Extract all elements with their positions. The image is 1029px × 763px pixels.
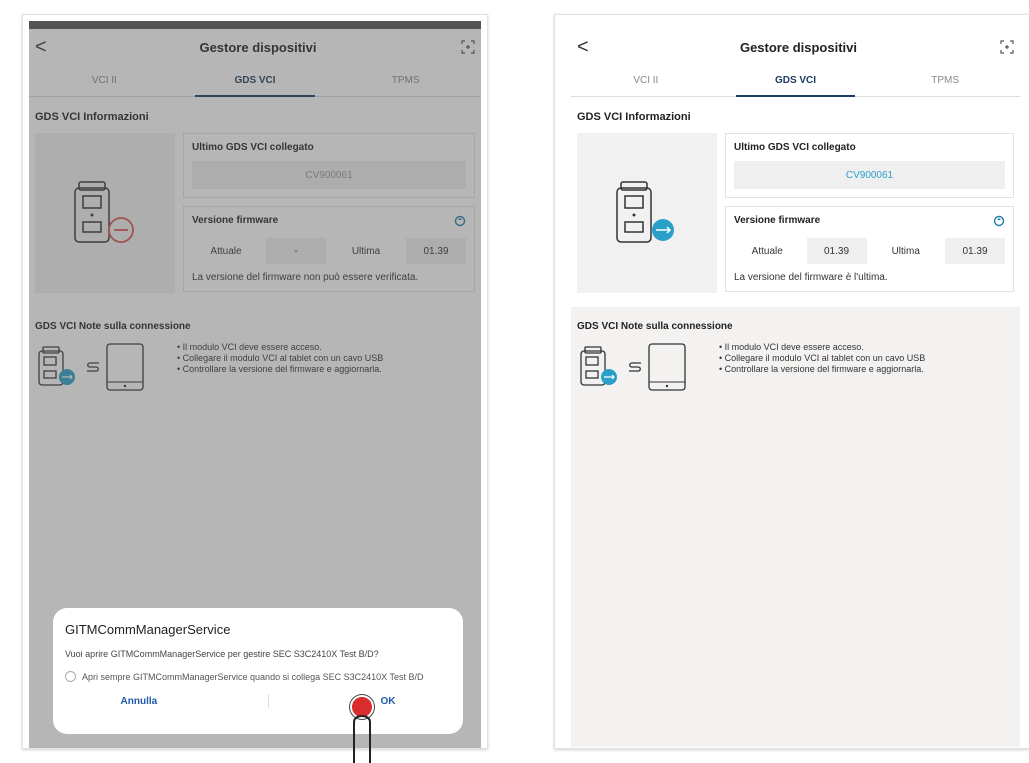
- latest-label: Ultima: [891, 245, 920, 257]
- button-divider: [268, 694, 270, 708]
- tab-tpms[interactable]: TPMS: [870, 65, 1020, 96]
- ok-button[interactable]: OK: [380, 696, 395, 707]
- firmware-row: Attuale 01.39 Ultima 01.39: [734, 238, 1005, 264]
- canvas: < Gestore dispositivi VCI II GDS VCI TPM…: [0, 0, 1029, 763]
- tab-vci-ii[interactable]: VCI II: [571, 65, 721, 96]
- firmware-card: Versione firmware Attuale 01.39 Ultima 0…: [725, 206, 1014, 292]
- tablet-icon: [648, 343, 686, 391]
- always-open-option[interactable]: Apri sempre GITMCommManagerService quand…: [65, 671, 451, 682]
- dialog-message: Vuoi aprire GITMCommManagerService per g…: [65, 649, 379, 659]
- last-connected-card: Ultimo GDS VCI collegato CV900061: [725, 133, 1014, 198]
- note-item: • Il modulo VCI deve essere acceso.: [719, 342, 864, 352]
- always-open-radio[interactable]: [65, 671, 76, 682]
- cancel-button[interactable]: Annulla: [121, 696, 158, 707]
- info-row: Ultimo GDS VCI collegato CV900061 Versio…: [571, 133, 1020, 293]
- note-item: • Collegare il modulo VCI al tablet con …: [719, 353, 926, 363]
- note-item: • Controllare la versione del firmware e…: [719, 364, 924, 374]
- notes-title: GDS VCI Note sulla connessione: [577, 321, 733, 332]
- latest-value: 01.39: [945, 238, 1005, 264]
- status-bar: [571, 21, 1020, 29]
- right-device: < Gestore dispositivi VCI II GDS VCI TPM…: [554, 14, 1029, 749]
- page-title: Gestore dispositivi: [739, 39, 858, 55]
- always-open-label: Apri sempre GITMCommManagerService quand…: [82, 671, 424, 682]
- notes-body: • Il modulo VCI deve essere acceso. • Co…: [577, 342, 1014, 392]
- tab-gds-vci[interactable]: GDS VCI: [721, 65, 871, 97]
- right-screen: < Gestore dispositivi VCI II GDS VCI TPM…: [571, 21, 1020, 748]
- notes-list: • Il modulo VCI deve essere acceso. • Co…: [719, 342, 925, 392]
- finger-icon: [353, 715, 371, 763]
- vci-usb-icon: [580, 346, 617, 386]
- current-label: Attuale: [751, 245, 783, 257]
- firmware-message: La versione del firmware è l'ultima.: [734, 272, 888, 283]
- left-screen: < Gestore dispositivi VCI II GDS VCI TPM…: [29, 21, 481, 748]
- serial-number: CV900061: [734, 161, 1005, 189]
- usb-permission-dialog: GITMCommManagerService Vuoi aprire GITMC…: [53, 608, 463, 734]
- current-value: 01.39: [806, 238, 867, 264]
- dialog-title: GITMCommManagerService: [65, 622, 231, 637]
- info-section-title: GDS VCI Informazioni: [577, 111, 691, 123]
- top-bar: < Gestore dispositivi: [571, 29, 1020, 65]
- cable-icon: [629, 362, 641, 372]
- scan-icon[interactable]: [1000, 40, 1014, 54]
- left-device: < Gestore dispositivi VCI II GDS VCI TPM…: [22, 14, 488, 749]
- vci-status-box: [577, 133, 717, 293]
- connection-notes: GDS VCI Note sulla connessione • Il modu…: [571, 307, 1020, 747]
- dialog-buttons: Annulla OK: [65, 694, 451, 708]
- last-connected-label: Ultimo GDS VCI collegato: [734, 142, 856, 153]
- firmware-label: Versione firmware: [734, 215, 821, 226]
- tab-bar: VCI II GDS VCI TPMS: [571, 65, 1020, 97]
- notes-illustration: [577, 342, 707, 392]
- vci-connected-icon: [616, 181, 674, 243]
- info-col: Ultimo GDS VCI collegato CV900061 Versio…: [725, 133, 1014, 293]
- refresh-icon[interactable]: [993, 215, 1005, 230]
- back-icon[interactable]: <: [577, 36, 597, 59]
